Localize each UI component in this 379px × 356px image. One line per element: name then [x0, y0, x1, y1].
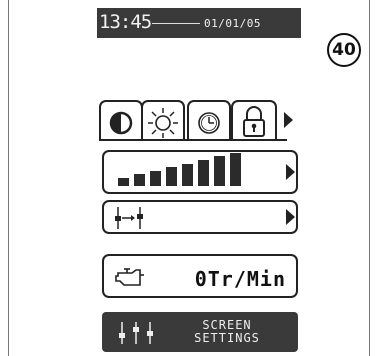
tab-brightness[interactable] [141, 100, 185, 140]
adjust-panel[interactable] [102, 200, 298, 234]
adjust-next-arrow-icon[interactable] [286, 209, 295, 225]
brightness-level-bar [166, 167, 177, 186]
screen-settings-button[interactable]: SCREEN SETTINGS [102, 312, 298, 352]
tab-contrast[interactable] [99, 100, 143, 140]
screen-settings-line2: SETTINGS [194, 331, 260, 345]
brightness-icon [148, 108, 178, 138]
tabs-next-arrow-icon[interactable] [284, 112, 293, 128]
brightness-level-panel[interactable] [102, 150, 298, 194]
brightness-level-bar [150, 170, 161, 186]
brightness-level-bar [182, 163, 193, 186]
sliders-icon [119, 322, 153, 344]
screen-settings-label: SCREEN SETTINGS [172, 319, 282, 345]
brightness-level-bars [118, 152, 278, 186]
brightness-next-arrow-icon[interactable] [286, 164, 295, 180]
contrast-icon [109, 111, 133, 135]
status-bar: 13:45 01/01/05 [97, 8, 301, 38]
engine-speed-panel: 0Tr/Min [102, 254, 298, 298]
device-screen: 13:45 01/01/05 0Tr/Min SCREEN SETTINGS [97, 0, 301, 356]
clock-icon [198, 112, 220, 134]
callout-number: 40 [327, 33, 361, 67]
status-divider [152, 23, 200, 24]
status-date: 01/01/05 [204, 17, 261, 30]
brightness-level-bar [198, 160, 209, 186]
brightness-level-bar [230, 152, 241, 186]
tabs-baseline [99, 139, 287, 141]
brightness-level-bar [118, 178, 129, 186]
arrows-adjust-icon [115, 207, 143, 229]
engine-rpm-value: 0Tr/Min [194, 267, 286, 291]
settings-tabs [99, 100, 299, 140]
engine-icon [115, 268, 144, 286]
tab-lock[interactable] [231, 100, 277, 140]
tab-clock[interactable] [187, 100, 231, 140]
status-time: 13:45 [99, 11, 152, 33]
lock-icon [243, 106, 265, 137]
brightness-level-bar [214, 156, 225, 186]
brightness-level-bar [134, 174, 145, 186]
